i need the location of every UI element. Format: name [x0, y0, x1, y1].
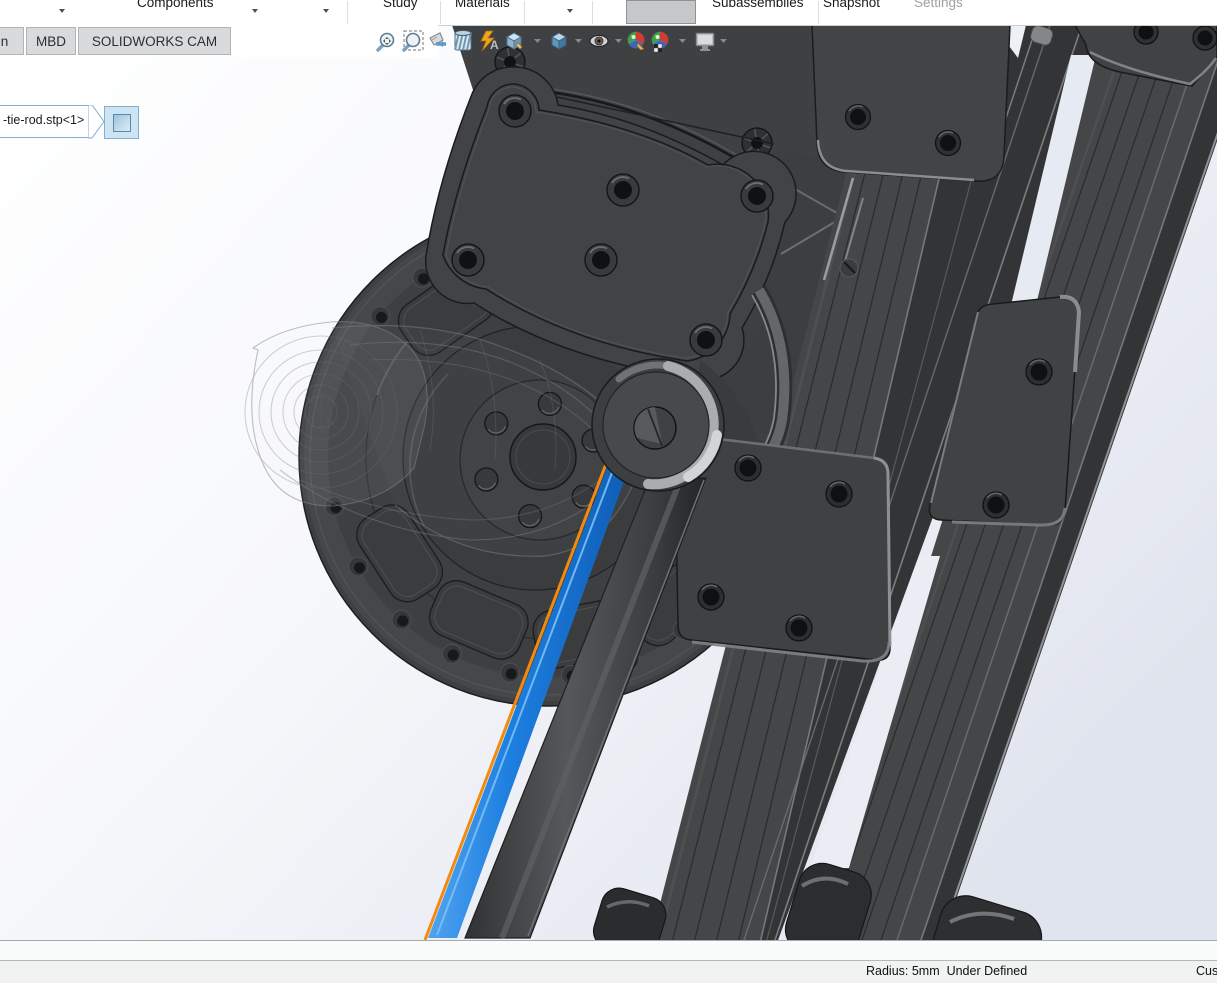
- svg-text:A: A: [490, 38, 499, 52]
